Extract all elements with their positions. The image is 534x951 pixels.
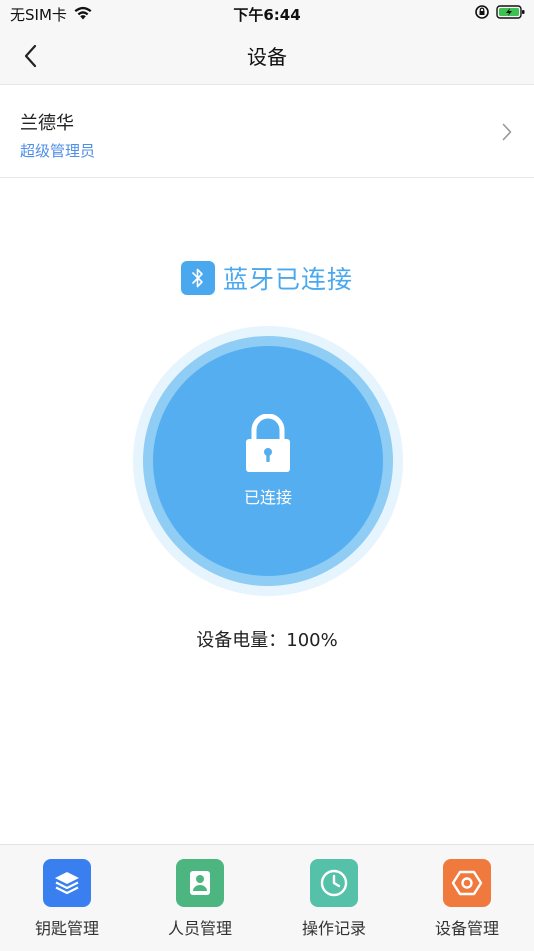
nav-bar: 设备	[0, 28, 534, 85]
bluetooth-icon	[180, 261, 215, 295]
orientation-lock-icon	[474, 4, 490, 24]
person-icon	[176, 859, 224, 907]
lock-status-label: 已连接	[243, 488, 292, 507]
tab-operation-log-label: 操作记录	[301, 919, 366, 938]
status-right	[474, 4, 526, 24]
tab-device-management[interactable]: 设备管理	[417, 859, 517, 939]
tab-key-management[interactable]: 钥匙管理	[17, 859, 117, 939]
tab-bar: 钥匙管理 人员管理 操作记录 设备管理	[0, 844, 534, 951]
bluetooth-status-text: 蓝牙已连接	[222, 265, 353, 294]
padlock-icon	[244, 413, 292, 478]
layers-icon	[43, 859, 91, 907]
status-time: 下午6:44	[233, 6, 301, 24]
user-name: 兰德华	[20, 113, 74, 134]
user-role: 超级管理员	[20, 142, 96, 160]
chevron-right-icon	[502, 123, 512, 141]
tab-device-management-label: 设备管理	[434, 919, 499, 938]
bluetooth-status: 蓝牙已连接	[0, 260, 534, 296]
lock-button[interactable]: 已连接	[153, 346, 383, 576]
tab-people-management[interactable]: 人员管理	[150, 859, 250, 939]
tab-key-management-label: 钥匙管理	[34, 919, 99, 938]
hexagon-icon	[443, 859, 491, 907]
battery-charging-icon	[496, 4, 526, 24]
user-row[interactable]: 兰德华 超级管理员	[0, 85, 534, 178]
tab-people-management-label: 人员管理	[167, 919, 232, 938]
device-battery-level: 设备电量：100%	[196, 630, 338, 651]
clock-icon	[310, 859, 358, 907]
page-title: 设备	[247, 45, 287, 69]
status-bar: 无SIM卡 下午6:44	[0, 0, 534, 28]
tab-operation-log[interactable]: 操作记录	[284, 859, 384, 939]
